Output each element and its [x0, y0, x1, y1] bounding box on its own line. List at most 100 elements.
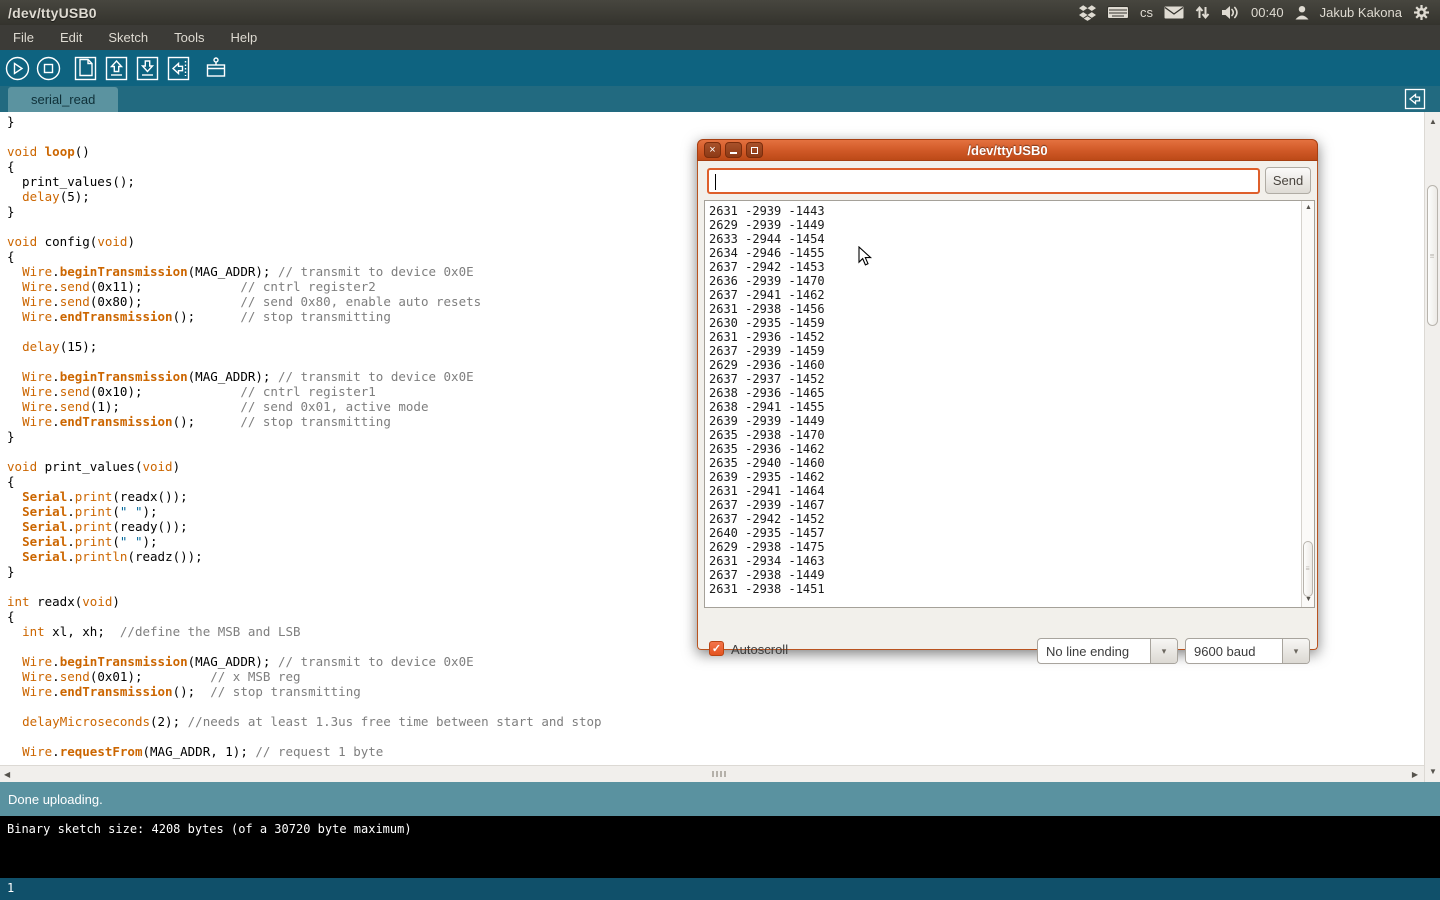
maximize-icon — [751, 147, 758, 154]
keyboard-layout-indicator[interactable]: cs — [1140, 5, 1153, 20]
autoscroll-label[interactable]: Autoscroll — [731, 642, 788, 657]
serial-scroll-thumb[interactable]: ≡ — [1303, 541, 1313, 597]
serial-line: 2638 -2936 -1465 — [709, 386, 1314, 400]
serial-line: 2631 -2938 -1456 — [709, 302, 1314, 316]
serial-input-field[interactable] — [707, 168, 1260, 194]
active-window-title: /dev/ttyUSB0 — [0, 5, 1079, 21]
system-tray: cs 00:40 Jakub Kakona — [1079, 4, 1440, 21]
send-button[interactable]: Send — [1265, 167, 1311, 194]
mouse-cursor — [858, 246, 873, 267]
serial-line: 2637 -2938 -1449 — [709, 568, 1314, 582]
serial-line: 2629 -2939 -1449 — [709, 218, 1314, 232]
chevron-down-icon[interactable] — [1282, 639, 1309, 663]
serial-line: 2631 -2936 -1452 — [709, 330, 1314, 344]
verify-button[interactable] — [4, 55, 31, 82]
code-line: delayMicroseconds(2); //needs at least 1… — [7, 714, 1424, 729]
code-line — [7, 699, 1424, 714]
code-line: Wire.requestFrom(MAG_ADDR, 1); // reques… — [7, 744, 1424, 759]
scroll-down-icon[interactable]: ▼ — [1429, 768, 1437, 776]
build-console: Binary sketch size: 4208 bytes (of a 307… — [0, 816, 1440, 878]
serial-line: 2637 -2939 -1467 — [709, 498, 1314, 512]
code-line — [7, 729, 1424, 744]
editor-vscroll-thumb[interactable]: ≡ — [1427, 185, 1438, 326]
serial-line: 2630 -2935 -1459 — [709, 316, 1314, 330]
line-ending-dropdown[interactable]: No line ending — [1037, 638, 1178, 664]
line-number-bar: 1 — [0, 878, 1440, 900]
volume-icon[interactable] — [1221, 5, 1240, 20]
maximize-button[interactable] — [746, 142, 763, 158]
chevron-down-icon[interactable] — [1150, 639, 1177, 663]
session-gear-icon[interactable] — [1413, 4, 1430, 21]
console-text: Binary sketch size: 4208 bytes (of a 307… — [7, 822, 412, 836]
menu-bar: File Edit Sketch Tools Help — [0, 25, 1440, 50]
keyboard-icon[interactable] — [1107, 6, 1129, 19]
serial-output: 2631 -2939 -14432629 -2939 -14492633 -29… — [705, 201, 1314, 596]
tab-serial-read[interactable]: serial_read — [8, 87, 118, 112]
username[interactable]: Jakub Kakona — [1320, 5, 1402, 20]
serial-line: 2639 -2939 -1449 — [709, 414, 1314, 428]
open-button[interactable] — [103, 55, 130, 82]
status-message: Done uploading. — [8, 792, 103, 807]
serial-monitor-window: × /dev/ttyUSB0 Send 2631 -2939 -14432629… — [697, 139, 1318, 650]
minimize-icon — [730, 152, 737, 154]
serial-line: 2638 -2941 -1455 — [709, 400, 1314, 414]
autoscroll-checkbox[interactable] — [709, 641, 724, 656]
desktop-panel: /dev/ttyUSB0 cs 00:40 Jakub Kakona — [0, 0, 1440, 25]
user-icon — [1295, 5, 1309, 20]
editor-vertical-scrollbar[interactable]: ▲ ≡ ▼ — [1424, 112, 1440, 782]
code-line: Wire.endTransmission(); // stop transmit… — [7, 684, 1424, 699]
close-button[interactable]: × — [704, 142, 721, 158]
dropbox-icon[interactable] — [1079, 4, 1096, 21]
upload-button[interactable] — [165, 55, 192, 82]
serial-line: 2637 -2939 -1459 — [709, 344, 1314, 358]
scroll-up-icon[interactable]: ▲ — [1305, 204, 1312, 212]
mail-icon[interactable] — [1164, 6, 1184, 19]
ide-toolbar — [0, 50, 1440, 86]
tab-label: serial_read — [31, 92, 95, 107]
serial-output-area[interactable]: 2631 -2939 -14432629 -2939 -14492633 -29… — [704, 200, 1315, 608]
serial-line: 2637 -2942 -1453 — [709, 260, 1314, 274]
minimize-button[interactable] — [725, 142, 742, 158]
menu-edit[interactable]: Edit — [47, 25, 95, 50]
serial-monitor-titlebar[interactable]: × /dev/ttyUSB0 — [697, 139, 1318, 161]
serial-line: 2631 -2938 -1451 — [709, 582, 1314, 596]
serial-line: 2634 -2946 -1455 — [709, 246, 1314, 260]
menu-help[interactable]: Help — [217, 25, 270, 50]
menu-file[interactable]: File — [0, 25, 47, 50]
new-sketch-button[interactable] — [72, 55, 99, 82]
save-button[interactable] — [134, 55, 161, 82]
serial-line: 2639 -2935 -1462 — [709, 470, 1314, 484]
serial-line: 2637 -2937 -1452 — [709, 372, 1314, 386]
serial-scrollbar[interactable]: ▲ ≡ ▼ — [1301, 201, 1314, 607]
menu-tools[interactable]: Tools — [161, 25, 217, 50]
serial-line: 2635 -2936 -1462 — [709, 442, 1314, 456]
clock[interactable]: 00:40 — [1251, 5, 1284, 20]
scroll-left-icon[interactable]: ◀ — [4, 771, 10, 779]
baud-rate-dropdown[interactable]: 9600 baud — [1185, 638, 1310, 664]
serial-line: 2640 -2935 -1457 — [709, 526, 1314, 540]
scroll-right-icon[interactable]: ▶ — [1412, 771, 1418, 779]
scroll-up-icon[interactable]: ▲ — [1429, 118, 1437, 126]
menu-sketch[interactable]: Sketch — [95, 25, 161, 50]
pane-divider-grip[interactable] — [712, 771, 726, 777]
new-tab-button[interactable] — [1403, 88, 1426, 110]
editor-horizontal-scrollbar[interactable]: ◀ ▶ — [0, 765, 1424, 782]
current-line-number: 1 — [7, 881, 14, 895]
serial-line: 2631 -2939 -1443 — [709, 204, 1314, 218]
network-sync-icon[interactable] — [1195, 5, 1210, 20]
text-caret — [715, 174, 716, 190]
serial-line: 2637 -2941 -1462 — [709, 288, 1314, 302]
serial-line: 2635 -2938 -1470 — [709, 428, 1314, 442]
tab-row: serial_read — [0, 86, 1440, 112]
status-bar: Done uploading. — [0, 782, 1440, 816]
serial-monitor-title: /dev/ttyUSB0 — [698, 143, 1317, 158]
stop-button[interactable] — [35, 55, 62, 82]
serial-line: 2631 -2934 -1463 — [709, 554, 1314, 568]
serial-monitor-button[interactable] — [202, 55, 229, 82]
serial-line: 2629 -2938 -1475 — [709, 540, 1314, 554]
serial-line: 2637 -2942 -1452 — [709, 512, 1314, 526]
scroll-down-icon[interactable]: ▼ — [1305, 596, 1312, 604]
code-line: Wire.send(0x01); // x MSB reg — [7, 669, 1424, 684]
serial-line: 2635 -2940 -1460 — [709, 456, 1314, 470]
serial-line: 2631 -2941 -1464 — [709, 484, 1314, 498]
